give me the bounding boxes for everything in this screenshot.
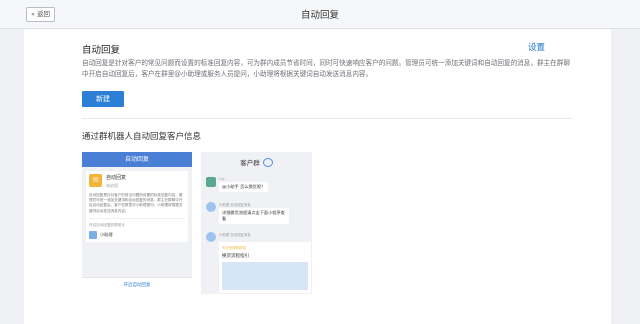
sub-title: 通过群机器人自动回复客户信息 (82, 132, 202, 142)
customer-group-preview: 客户群 Lily @小助手 怎么换货呢？ 小助理 自动回复消息 详细换货流程请点… (201, 152, 312, 294)
chat-message-name: 小助理 自动回复消息 (219, 203, 251, 207)
chat-message-name: Lily (219, 177, 225, 181)
page-title: 自动回复 (300, 10, 339, 21)
preview-header: 自动回复 (82, 152, 192, 167)
preview-member-name: 小助理 (100, 231, 113, 237)
mini-program-card: 天天全球购精选 换货流程指引 (219, 242, 311, 293)
chat-message: 小助理 自动回复消息 (206, 232, 251, 242)
chat-title: 客户群 (240, 159, 260, 167)
card-title: 换货流程指引 (222, 254, 249, 259)
card-source: 天天全球购精选 (222, 246, 246, 250)
chat-message: Lily @小助手 怎么换货呢？ (206, 177, 269, 192)
preview-item-status: 未启用 (106, 183, 118, 188)
preview-enabled-label: 开启自动回复的群助手 (89, 222, 125, 227)
robot-avatar-icon (206, 232, 216, 242)
preview-separator (89, 217, 185, 219)
settings-link[interactable]: 设置 (528, 41, 545, 53)
content-panel: 自动回复 设置 自动回复是针对客户的常见问题而设置的标准回复内容，可为群内成员节… (24, 29, 611, 324)
message-icon: ✉ (89, 174, 102, 187)
top-bar: « 返回 自动回复 (0, 0, 640, 29)
description-text: 自动回复是针对客户的常见问题而设置的标准回复内容，可为群内成员节省时间，同时可快… (82, 59, 570, 78)
section-title: 自动回复 (82, 45, 121, 56)
card-image (222, 262, 308, 290)
preview-item-desc: 自动回复是针对客户的常见问题而设置的标准回复内容，管理员可统一添加关键词和自动回… (89, 193, 183, 213)
avatar (89, 230, 97, 239)
robot-avatar-icon (206, 202, 216, 212)
preview-footer-button: 开启自动回复 (82, 277, 192, 294)
auto-reply-preview: 自动回复 ✉ 自动回复 未启用 自动回复是针对客户的常见问题而设置的标准回复内容… (82, 152, 192, 294)
preview-item-name: 自动回复 (106, 175, 127, 181)
chat-message: 小助理 自动回复消息 详细换货流程请点击下面小程序查看 (206, 202, 289, 224)
preview-card: ✉ 自动回复 未启用 自动回复是针对客户的常见问题而设置的标准回复内容，管理员可… (86, 171, 188, 242)
avatar (206, 177, 216, 187)
divider (82, 118, 572, 119)
chat-bubble-icon (262, 157, 273, 167)
new-button[interactable]: 新建 (82, 91, 124, 107)
chat-message-text: 详细换货流程请点击下面小程序查看 (219, 208, 289, 224)
chat-message-name: 小助理 自动回复消息 (219, 233, 251, 237)
chat-header: 客户群 (201, 152, 312, 172)
chat-message-text: @小助手 怎么换货呢？ (219, 182, 269, 192)
